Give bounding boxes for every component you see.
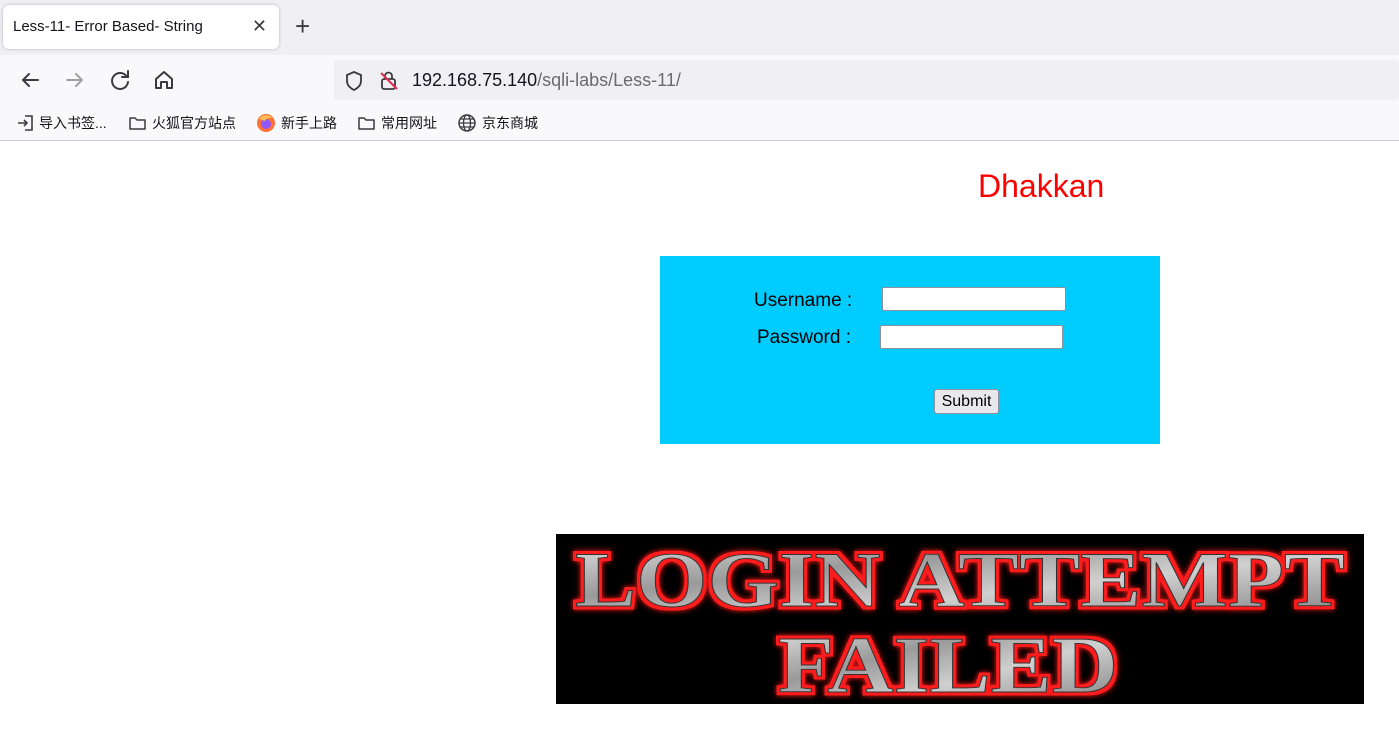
- bookmark-getting-started[interactable]: 新手上路: [256, 113, 337, 133]
- banner-line-2: FAILED: [778, 622, 1118, 704]
- bookmark-label: 火狐官方站点: [152, 115, 236, 131]
- banner-line-1: LOGIN ATTEMPT: [575, 536, 1345, 623]
- reload-icon[interactable]: [105, 65, 135, 95]
- tab-strip: Less-11- Error Based- String ✕ +: [0, 0, 1399, 55]
- url-path: /sqli-labs/Less-11/: [537, 70, 681, 90]
- shield-icon[interactable]: [344, 70, 364, 92]
- folder-icon: [129, 117, 146, 130]
- url-host: 192.168.75.140: [412, 70, 538, 90]
- address-bar[interactable]: 192.168.75.140/sqli-labs/Less-11/: [334, 60, 1399, 100]
- active-tab[interactable]: Less-11- Error Based- String ✕: [3, 5, 279, 49]
- login-failed-image: LOGIN ATTEMPT FAILED: [575, 536, 1346, 705]
- new-tab-button[interactable]: +: [295, 12, 310, 40]
- tab-title: Less-11- Error Based- String: [13, 18, 203, 35]
- import-icon: [18, 115, 33, 131]
- bookmark-firefox-official[interactable]: 火狐官方站点: [128, 113, 236, 133]
- bookmark-label: 常用网址: [381, 115, 437, 131]
- forward-icon[interactable]: [60, 65, 90, 95]
- bookmark-import[interactable]: 导入书签...: [16, 113, 107, 133]
- bookmark-common-sites[interactable]: 常用网址: [357, 113, 437, 133]
- login-failed-banner: LOGIN ATTEMPT FAILED: [556, 534, 1364, 704]
- bookmark-label: 新手上路: [281, 115, 337, 131]
- close-tab-icon[interactable]: ✕: [252, 16, 267, 36]
- firefox-icon: [257, 114, 275, 132]
- password-input[interactable]: [880, 325, 1063, 349]
- insecure-lock-icon[interactable]: [378, 70, 400, 92]
- site-brand: Dhakkan: [978, 168, 1105, 204]
- bookmark-label: 导入书签...: [39, 115, 107, 131]
- url-text[interactable]: 192.168.75.140/sqli-labs/Less-11/: [412, 70, 681, 91]
- globe-icon: [458, 114, 476, 132]
- bookmark-jd[interactable]: 京东商城: [457, 113, 538, 133]
- folder-icon: [358, 117, 375, 130]
- submit-button[interactable]: Submit: [934, 389, 999, 414]
- bookmarks-bar: 导入书签... 火狐官方站点 新手上路 常用网址 京东商城: [0, 105, 1399, 141]
- login-form: Username : Password : Submit: [660, 256, 1160, 444]
- home-icon[interactable]: [149, 65, 179, 95]
- bookmark-label: 京东商城: [482, 115, 538, 131]
- username-input[interactable]: [882, 287, 1066, 311]
- password-label: Password :: [757, 327, 851, 348]
- back-icon[interactable]: [15, 65, 45, 95]
- username-label: Username :: [754, 290, 853, 311]
- navigation-bar: 192.168.75.140/sqli-labs/Less-11/: [0, 55, 1399, 105]
